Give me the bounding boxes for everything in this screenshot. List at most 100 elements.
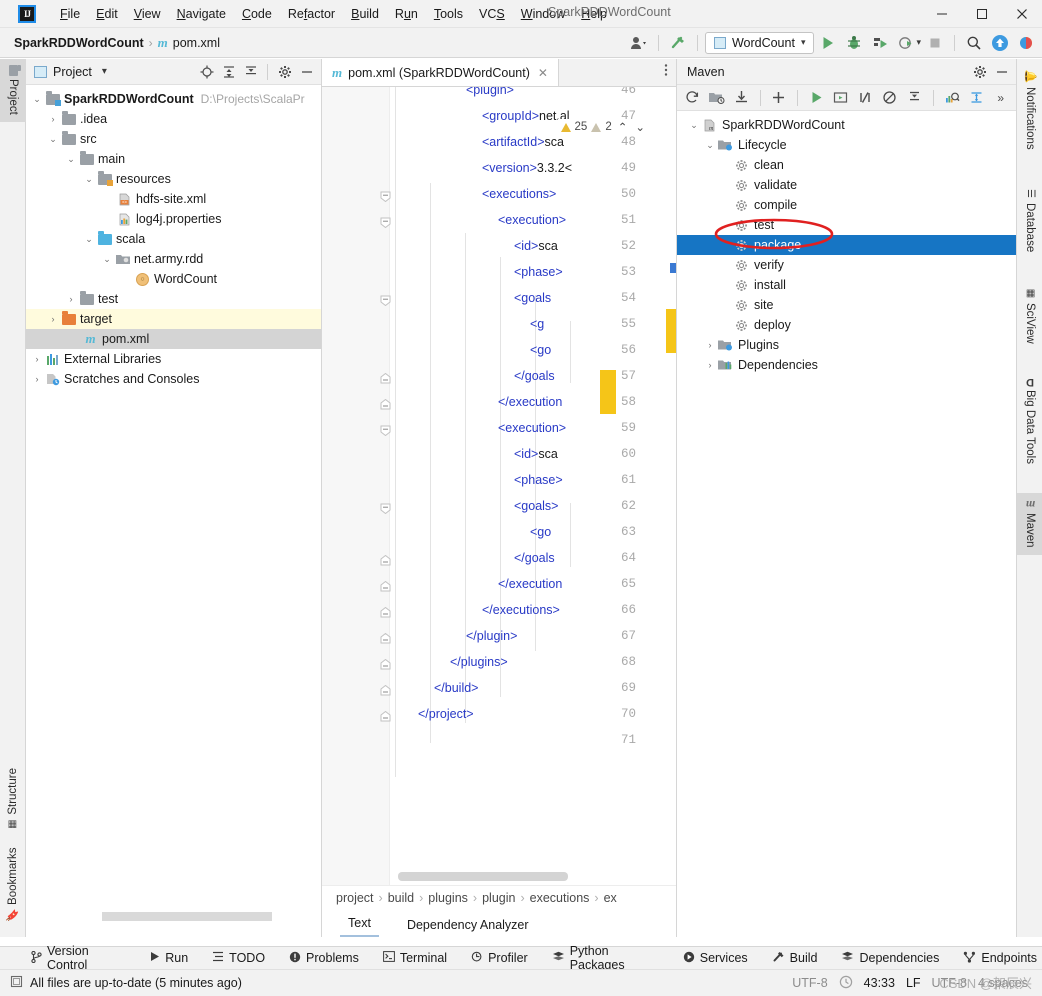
error-stripe-mark[interactable] (666, 309, 676, 353)
chevron-right-icon[interactable]: › (30, 374, 44, 384)
editor-error-stripe[interactable] (664, 87, 676, 885)
add-maven-projects-icon[interactable] (706, 87, 729, 109)
chevron-right-icon[interactable]: › (64, 294, 78, 304)
maven-goal-compile[interactable]: compile (677, 195, 1016, 215)
editor-tab-pom-xml[interactable]: m pom.xml (SparkRDDWordCount) ✕ (322, 59, 559, 86)
fold-end-icon[interactable] (380, 554, 391, 566)
fold-expanded-icon[interactable] (380, 425, 391, 437)
fold-expanded-icon[interactable] (380, 503, 391, 515)
tree-row-main[interactable]: ⌄ main (26, 149, 321, 169)
close-button[interactable] (1002, 0, 1042, 28)
maven-goal-deploy[interactable]: deploy (677, 315, 1016, 335)
user-icon[interactable] (627, 31, 651, 55)
breadcrumb-plugin[interactable]: plugin (482, 891, 515, 905)
tool-window-build[interactable]: Build (767, 948, 823, 968)
breadcrumb-file[interactable]: pom.xml (173, 36, 220, 50)
breadcrumb-build[interactable]: build (388, 891, 414, 905)
code-line[interactable]: <execution> (498, 213, 566, 227)
chevron-right-icon[interactable]: › (46, 114, 60, 124)
sidebar-item-bookmarks[interactable]: 🔖 Bookmarks (0, 840, 26, 929)
maven-goal-install[interactable]: install (677, 275, 1016, 295)
tree-row-external-libraries[interactable]: › External Libraries (26, 349, 321, 369)
profiler-icon[interactable] (940, 87, 963, 109)
reload-icon[interactable] (681, 87, 704, 109)
tree-row-pom-xml[interactable]: m pom.xml (26, 329, 321, 349)
close-icon[interactable]: ✕ (536, 66, 550, 80)
tree-row-test[interactable]: › test (26, 289, 321, 309)
status-line-separator[interactable]: LF (906, 976, 921, 990)
fold-end-icon[interactable] (380, 372, 391, 384)
breadcrumb-project[interactable]: SparkRDDWordCount (14, 36, 144, 50)
minimize-icon[interactable] (991, 61, 1012, 82)
code-line[interactable]: <goals (514, 291, 551, 305)
tool-window-services[interactable]: Services (678, 949, 753, 968)
minimize-button[interactable] (922, 0, 962, 28)
maven-goal-verify[interactable]: verify (677, 255, 1016, 275)
code-line[interactable]: </build> (434, 681, 478, 695)
code-line[interactable]: <go (530, 525, 551, 539)
plus-icon[interactable] (767, 87, 790, 109)
sidebar-item-sciview[interactable]: ▦ SciView (1017, 281, 1042, 351)
chevron-down-icon[interactable]: ⌄ (82, 234, 96, 245)
chevron-right-icon[interactable]: › (703, 340, 717, 350)
download-sources-icon[interactable] (730, 87, 753, 109)
tree-row-log4j-properties[interactable]: log4j.properties (26, 209, 321, 229)
run-icon[interactable] (805, 87, 828, 109)
sidebar-item-big-data-tools[interactable]: D Big Data Tools (1017, 371, 1042, 471)
menu-edit[interactable]: Edit (88, 4, 126, 24)
expand-icon[interactable] (965, 87, 988, 109)
status-file-encoding[interactable]: UTF-8 (932, 976, 967, 990)
status-caret-position[interactable]: 43:33 (864, 976, 895, 990)
inspections-widget[interactable]: 25 2 ⌃ ⌄ (557, 119, 650, 135)
chevron-right-icon[interactable]: › (46, 314, 60, 324)
tree-row-hdfs-site-xml[interactable]: <> hdfs-site.xml (26, 189, 321, 209)
fold-end-icon[interactable] (380, 606, 391, 618)
code-line[interactable]: </project> (418, 707, 474, 721)
tool-window-todo[interactable]: TODO (207, 949, 270, 967)
code-line[interactable]: </execution (498, 577, 562, 591)
sidebar-item-structure[interactable]: ▦ Structure (0, 761, 26, 837)
next-highlight-icon[interactable]: ⌄ (633, 120, 647, 134)
sidebar-item-notifications[interactable]: 🔔 Notifications (1017, 63, 1042, 157)
maven-row-lifecycle[interactable]: ⌄ Lifecycle (677, 135, 1016, 155)
chevron-down-icon[interactable]: ⌄ (64, 154, 78, 165)
editor-horizontal-scrollbar[interactable] (398, 872, 568, 881)
code-line[interactable]: <id>sca (514, 447, 558, 461)
tool-window-terminal[interactable]: Terminal (378, 949, 452, 967)
maven-goal-clean[interactable]: clean (677, 155, 1016, 175)
maven-row-plugins[interactable]: › Plugins (677, 335, 1016, 355)
code-line[interactable]: <plugin> (466, 87, 514, 97)
profiler-run-icon[interactable] (894, 31, 918, 55)
fold-end-icon[interactable] (380, 580, 391, 592)
hammer-build-icon[interactable] (666, 31, 690, 55)
code-editor[interactable]: 25 2 ⌃ ⌄ 46 <plugin> 47 <groupId>net.al 48 <a… (322, 87, 676, 885)
status-encoding[interactable]: UTF-8 (792, 976, 827, 990)
code-line[interactable]: <g (530, 317, 544, 331)
menu-tools[interactable]: Tools (426, 4, 471, 24)
tool-window-problems[interactable]: Problems (284, 949, 364, 968)
update-project-icon[interactable] (988, 31, 1012, 55)
ide-feature-icon[interactable] (1014, 31, 1038, 55)
maven-goal-validate[interactable]: validate (677, 175, 1016, 195)
fold-end-icon[interactable] (380, 684, 391, 696)
code-line[interactable]: </plugin> (466, 629, 517, 643)
chevron-down-icon[interactable]: ⌄ (82, 174, 96, 185)
chevron-down-icon[interactable]: ⌄ (703, 140, 717, 151)
breadcrumb-executions[interactable]: executions (530, 891, 590, 905)
expand-all-icon[interactable] (218, 61, 239, 82)
maven-row-sparkrddwordcount[interactable]: ⌄ m SparkRDDWordCount (677, 115, 1016, 135)
previous-highlight-icon[interactable]: ⌃ (616, 120, 630, 134)
chevron-down-icon-2[interactable]: ▾ (916, 37, 921, 48)
gear-icon[interactable] (274, 61, 295, 82)
code-line[interactable]: <artifactId>sca (482, 135, 564, 149)
menu-view[interactable]: View (126, 4, 169, 24)
tree-row-target[interactable]: › target (26, 309, 321, 329)
collapse-all-icon[interactable] (903, 87, 926, 109)
maven-row-dependencies[interactable]: › Dependencies (677, 355, 1016, 375)
debug-icon[interactable] (842, 31, 866, 55)
sidebar-item-maven[interactable]: m Maven (1017, 493, 1042, 555)
code-line[interactable]: </goals (514, 369, 555, 383)
maven-goal-site[interactable]: site (677, 295, 1016, 315)
chevron-right-icon[interactable]: › (703, 360, 717, 370)
tool-window-profiler[interactable]: Profiler (466, 949, 533, 968)
